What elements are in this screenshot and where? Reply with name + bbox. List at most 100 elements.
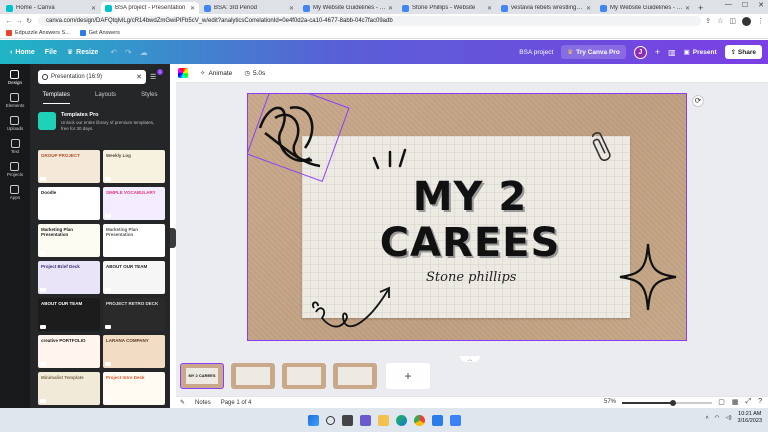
browser-tab[interactable]: vestavia rebels wrestling team ✕ — [497, 2, 595, 14]
add-page-button[interactable]: + — [386, 363, 430, 389]
new-tab-icon[interactable]: + — [698, 2, 703, 14]
mail-icon[interactable] — [449, 414, 461, 426]
template-thumbnail[interactable]: creative PORTFOLIO — [38, 335, 100, 368]
browser-tab[interactable]: Home - Canva ✕ — [2, 2, 100, 14]
template-thumbnail[interactable]: Doodle — [38, 187, 100, 220]
undo-icon[interactable]: ↶ — [110, 48, 117, 57]
cloud-save-icon[interactable]: ☁ — [140, 48, 148, 57]
rail-item-text[interactable]: Text — [10, 139, 20, 154]
browser-tab[interactable]: My Website Guidelines - Daily ✕ — [299, 2, 397, 14]
bookmark-item[interactable]: Edpuzzle Answers S... — [6, 30, 70, 36]
redo-icon[interactable]: ↷ — [125, 48, 132, 57]
store-icon[interactable] — [431, 414, 443, 426]
template-thumbnail[interactable]: Weekly Log — [103, 150, 165, 183]
templates-pro-promo[interactable]: Templates Pro Unlock our entire library … — [38, 112, 162, 146]
forward-icon[interactable]: → — [14, 18, 24, 25]
filter-button[interactable]: ☰ 1 — [150, 69, 163, 81]
edge-icon[interactable] — [395, 414, 407, 426]
bookmark-item[interactable]: Get Answers — [79, 30, 120, 36]
tab-styles[interactable]: Styles — [141, 92, 157, 104]
user-avatar[interactable]: J — [633, 45, 647, 59]
chrome-icon[interactable] — [413, 414, 425, 426]
try-pro-button[interactable]: ♛ Try Canva Pro — [561, 45, 626, 59]
start-icon[interactable] — [307, 414, 319, 426]
resize-button[interactable]: ♛ Resize — [67, 48, 98, 57]
close-tab-icon[interactable]: ✕ — [586, 5, 591, 12]
chevron-up-icon[interactable]: ︿ — [460, 356, 480, 363]
page-thumbnail-3[interactable] — [282, 363, 326, 389]
star-icon[interactable]: ☆ — [717, 17, 723, 25]
share-page-icon[interactable]: ⇪ — [705, 17, 711, 25]
browser-tab[interactable]: BSA project - Presentation ✕ — [101, 2, 199, 14]
share-button[interactable]: ⇪ Share — [724, 45, 762, 59]
tab-layouts[interactable]: Layouts — [95, 92, 116, 104]
page-thumbnail-2[interactable] — [231, 363, 275, 389]
slide-canvas[interactable]: MY 2 CAREES Stone phillips — [247, 93, 687, 341]
template-thumbnail[interactable]: PROJECT RETRO DECK — [103, 298, 165, 331]
rail-item-projects[interactable]: Projects — [7, 162, 23, 177]
close-tab-icon[interactable]: ✕ — [388, 5, 393, 12]
wifi-icon[interactable]: ◠ — [715, 415, 720, 421]
background-color-picker[interactable] — [178, 68, 188, 78]
template-thumbnail[interactable]: Marketing Plan Presentation — [103, 224, 165, 257]
profile-avatar[interactable] — [742, 16, 751, 26]
rail-item-design[interactable]: Design — [8, 70, 22, 85]
close-tab-icon[interactable]: ✕ — [91, 5, 96, 12]
slide-subtitle[interactable]: Stone phillips — [426, 270, 516, 285]
template-thumbnail[interactable]: ABOUT OUR TEAM — [38, 298, 100, 331]
add-collaborator-icon[interactable]: + — [655, 47, 660, 57]
extensions-icon[interactable]: ◫ — [729, 17, 736, 25]
zoom-slider-knob[interactable] — [670, 400, 677, 406]
close-tab-icon[interactable]: ✕ — [685, 5, 690, 12]
close-tab-icon[interactable]: ✕ — [289, 5, 294, 12]
four-point-star-icon[interactable] — [618, 242, 678, 312]
file-menu[interactable]: File — [45, 49, 57, 56]
close-window-icon[interactable]: ✕ — [758, 1, 764, 9]
file-explorer-icon[interactable] — [377, 414, 389, 426]
rail-item-apps[interactable]: Apps — [10, 185, 20, 200]
url-field[interactable]: canva.com/design/DAFQtqlvlLg/cR14bwdZmGw… — [38, 16, 702, 26]
close-tab-icon[interactable]: ✕ — [190, 5, 195, 12]
chat-icon[interactable] — [359, 414, 371, 426]
paperclip-icon[interactable] — [590, 130, 614, 164]
help-icon[interactable]: ? — [758, 398, 762, 406]
clock[interactable]: 10:21 AM 3/16/2023 — [738, 411, 762, 425]
taskbar-search-icon[interactable] — [325, 415, 335, 425]
browser-tab[interactable]: My Website Guidelines - Daily ✕ — [596, 2, 694, 14]
template-thumbnail[interactable]: LARANA COMPANY — [103, 335, 165, 368]
squiggle-arrow-icon[interactable] — [310, 280, 400, 338]
maximize-icon[interactable]: ☐ — [742, 1, 748, 9]
page-indicator[interactable]: Page 1 of 4 — [221, 400, 252, 406]
chevron-up-icon[interactable]: ˄ — [705, 415, 708, 421]
page-count-icon[interactable]: ▢ — [718, 398, 725, 406]
close-tab-icon[interactable]: ✕ — [487, 5, 492, 12]
template-thumbnail[interactable]: GROUP PROJECT — [38, 150, 100, 183]
zoom-level[interactable]: 57% — [604, 399, 616, 405]
notes-button[interactable]: Notes — [195, 400, 211, 406]
project-name[interactable]: BSA project — [519, 49, 553, 56]
notes-icon[interactable]: ✎ — [180, 399, 185, 406]
analytics-icon[interactable]: ▥ — [668, 48, 676, 57]
template-thumbnail[interactable]: Project Intro Deck — [103, 372, 165, 405]
regenerate-icon[interactable]: ⟳ — [692, 95, 704, 107]
menu-icon[interactable]: ⋮ — [757, 17, 764, 25]
template-thumbnail[interactable]: Minimalist Template — [38, 372, 100, 405]
reload-icon[interactable]: ↻ — [24, 17, 34, 25]
zoom-slider[interactable] — [622, 400, 712, 406]
browser-tab[interactable]: BSA: 3rd Period ✕ — [200, 2, 298, 14]
grid-view-icon[interactable]: ▦ — [732, 398, 739, 406]
minimize-icon[interactable]: — — [725, 1, 732, 9]
page-thumbnail-1[interactable]: MY 2 CAREES — [180, 363, 224, 389]
home-button[interactable]: ‹ Home — [10, 49, 35, 56]
animate-button[interactable]: ✧ Animate — [200, 69, 232, 78]
page-thumbnail-4[interactable] — [333, 363, 377, 389]
fullscreen-icon[interactable]: ⤢ — [745, 398, 751, 406]
template-thumbnail[interactable]: SIMPLE VOCABULARY — [103, 187, 165, 220]
task-view-icon[interactable] — [341, 414, 353, 426]
template-search-input[interactable]: Presentation (16:9) ✕ — [38, 70, 146, 84]
leaf-doodle-icon[interactable] — [247, 93, 350, 188]
tab-templates[interactable]: Templates — [42, 92, 70, 104]
volume-icon[interactable]: ◁) — [725, 415, 731, 421]
template-thumbnail[interactable]: ABOUT OUR TEAM — [103, 261, 165, 294]
back-icon[interactable]: ← — [4, 18, 14, 25]
